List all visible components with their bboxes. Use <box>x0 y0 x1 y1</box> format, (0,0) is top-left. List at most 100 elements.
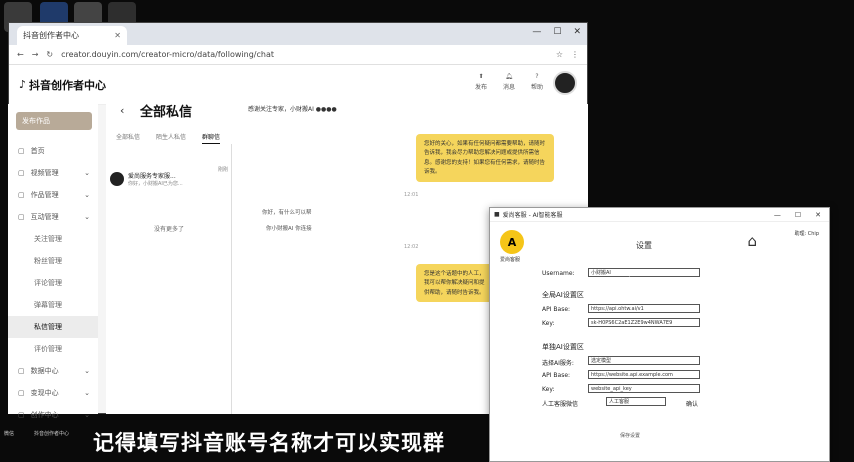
sidebar-item[interactable]: 粉丝管理 <box>8 250 98 272</box>
sidebar-item[interactable]: ▢ 互动管理 ⌄ <box>8 206 98 228</box>
conversation-time: 刚刚 <box>217 167 228 173</box>
nav-icon: ▢ <box>18 411 25 419</box>
service-select-label: 选择AI服务: <box>542 360 574 367</box>
tab-strangers[interactable]: 陌生人私信 <box>156 132 186 144</box>
browser-tab[interactable]: 抖音创作者中心 ✕ <box>17 26 127 45</box>
message-time: 12:01 <box>404 192 419 198</box>
help-icon: ? <box>535 73 539 80</box>
forward-icon[interactable]: → <box>32 50 39 59</box>
chevron-down-icon: ⌄ <box>84 389 90 397</box>
close-icon[interactable]: ✕ <box>815 211 821 219</box>
sidebar-item-label: 关注管理 <box>34 235 62 243</box>
taskbar-left: 微信 抖音创作者中心 <box>0 420 100 462</box>
menu-icon[interactable]: ⋮ <box>571 50 579 59</box>
avatar[interactable] <box>553 71 577 95</box>
key2-label: Key: <box>542 386 555 393</box>
maximize-icon[interactable]: ☐ <box>553 27 561 37</box>
single-section-title: 单独AI设置区 <box>542 343 584 351</box>
publish-nav-label: 发布 <box>474 84 487 91</box>
sidebar-nav: ▢ 首页 ▢ 视频管理 ⌄ ▢ 作品管理 ⌄ ▢ 互动管理 ⌄ 关注管理 粉丝管理 评论管理 弹幕管理 私信管… <box>8 140 98 426</box>
minimize-icon[interactable]: — <box>774 211 781 219</box>
window-titlebar: ■ 爱尚客服 - AI智能客服 — ☐ ✕ <box>490 208 829 222</box>
tab-groups[interactable]: 群聊信 <box>202 132 221 144</box>
nav-icon: ▢ <box>18 389 25 397</box>
video-caption: 记得填写抖音账号名称才可以实现群 <box>93 431 445 455</box>
nav-icon: ▢ <box>18 367 25 375</box>
back-button[interactable]: ‹ <box>120 104 124 117</box>
sidebar-item-label: 粉丝管理 <box>34 257 62 265</box>
key-field[interactable]: sk-H0PS6C2aE1Z2E9w4NWA7E9 <box>588 318 700 327</box>
help-nav[interactable]: ? 帮助 <box>531 73 543 91</box>
sidebar-item[interactable]: 关注管理 <box>8 228 98 250</box>
manual-label: 人工客服微信 <box>542 401 579 408</box>
star-icon[interactable]: ☆ <box>556 50 563 59</box>
maximize-icon[interactable]: ☐ <box>795 211 801 219</box>
sidebar-item[interactable]: 私信管理 <box>8 316 98 338</box>
sidebar-item-label: 首页 <box>30 147 45 155</box>
api-base-field[interactable]: https://api.ohtw.ai/v1 <box>588 304 700 313</box>
taskbar-label[interactable]: 微信 <box>4 430 14 437</box>
publish-button-label: 发布作品 <box>22 117 50 125</box>
sidebar-item[interactable]: 评价管理 <box>8 338 98 360</box>
page-title: 全部私信 <box>140 105 193 120</box>
sidebar-item-label: 数据中心 <box>30 367 59 375</box>
message-bubble: 您好的关心，如果有任何疑问都需要帮助，请随时告诉我，我会尽力帮助您解决问题或提供… <box>416 134 554 182</box>
address-bar: ← → ↻ creator.douyin.com/creator-micro/d… <box>9 45 587 65</box>
save-button[interactable]: 保存设置 <box>620 432 640 442</box>
nav-icon: ▢ <box>18 213 25 221</box>
settings-title: 设置 <box>636 241 652 250</box>
reload-icon[interactable]: ↻ <box>46 50 53 59</box>
api-base2-field[interactable]: https://website.api.example.com <box>588 370 700 379</box>
nav-icon: ▢ <box>18 169 25 177</box>
back-icon[interactable]: ← <box>17 50 24 59</box>
conversation-list: 爱尚服务专家服... 你好，小财搬AI已为您... 刚刚 没有更多了 <box>106 144 232 414</box>
sidebar-item-label: 作品管理 <box>30 191 59 199</box>
chevron-down-icon: ⌄ <box>84 411 90 419</box>
url-field[interactable]: creator.douyin.com/creator-micro/data/fo… <box>61 50 274 59</box>
list-item[interactable]: 爱尚服务专家服... 你好，小财搬AI已为您... 刚刚 <box>110 164 230 194</box>
sidebar-item[interactable]: ▢ 首页 <box>8 140 98 162</box>
message-tabs: 全部私信 陌生人私信 群聊信 <box>116 132 221 144</box>
sidebar-item-label: 变现中心 <box>30 389 59 397</box>
conversation-name: 爱尚服务专家服... <box>128 173 176 180</box>
publish-button[interactable]: 发布作品 <box>16 112 92 130</box>
sidebar-item[interactable]: ▢ 视频管理 ⌄ <box>8 162 98 184</box>
publish-nav[interactable]: ⬆ 发布 <box>475 73 487 91</box>
taskbar-label[interactable]: 抖音创作者中心 <box>34 430 69 437</box>
tab-all[interactable]: 全部私信 <box>116 132 140 144</box>
messages-nav-label: 消息 <box>502 84 515 91</box>
sidebar-item[interactable]: 弹幕管理 <box>8 294 98 316</box>
assistant-label: 助理: Chip <box>794 231 820 237</box>
sidebar-item-label: 评论管理 <box>34 279 62 287</box>
ai-assistant-window: ■ 爱尚客服 - AI智能客服 — ☐ ✕ A 爱尚客服 设置 ⌂ 助理: Ch… <box>489 207 830 462</box>
sidebar-item[interactable]: 评论管理 <box>8 272 98 294</box>
sidebar-item[interactable]: ▢ 作品管理 ⌄ <box>8 184 98 206</box>
sidebar-item-label: 私信管理 <box>34 323 62 331</box>
brand-name: 爱尚客服 <box>500 257 521 263</box>
manual-field[interactable]: 人工客服 <box>606 397 666 406</box>
sidebar-item[interactable]: ▢ 变现中心 ⌄ <box>8 382 98 404</box>
messages-nav[interactable]: 🔔︎ 消息 <box>503 73 515 91</box>
key2-field[interactable]: website_api_key <box>588 384 700 393</box>
message-text: 你小财搬AI 你连接 <box>266 226 312 232</box>
confirm-button[interactable]: 确认 <box>686 399 698 408</box>
minimize-icon[interactable]: — <box>532 27 541 37</box>
header-icons: ⬆ 发布 🔔︎ 消息 ? 帮助 <box>475 73 543 91</box>
message-text: 你好，有什么可以帮 <box>262 210 312 216</box>
sidebar-item-label: 评价管理 <box>34 345 62 353</box>
service-select[interactable]: 选定模型 <box>588 356 700 365</box>
douyin-icon: ♪ <box>19 78 27 91</box>
window-controls: — ☐ ✕ <box>532 27 581 37</box>
nav-icon: ▢ <box>18 147 25 155</box>
nav-icon: ▢ <box>18 191 25 199</box>
home-icon[interactable]: ⌂ <box>747 232 757 250</box>
sidebar-item[interactable]: ▢ 数据中心 ⌄ <box>8 360 98 382</box>
brand-logo: A <box>500 230 524 254</box>
close-icon[interactable]: ✕ <box>114 31 121 40</box>
username-field[interactable]: 小财搬AI <box>588 268 700 277</box>
logo-text: 抖音创作者中心 <box>29 78 107 92</box>
conversation-preview: 你好，小财搬AI已为您... <box>128 181 183 187</box>
close-icon[interactable]: ✕ <box>573 27 581 37</box>
site-logo[interactable]: ♪ 抖音创作者中心 <box>19 77 106 93</box>
api-base2-label: API Base: <box>542 372 571 379</box>
